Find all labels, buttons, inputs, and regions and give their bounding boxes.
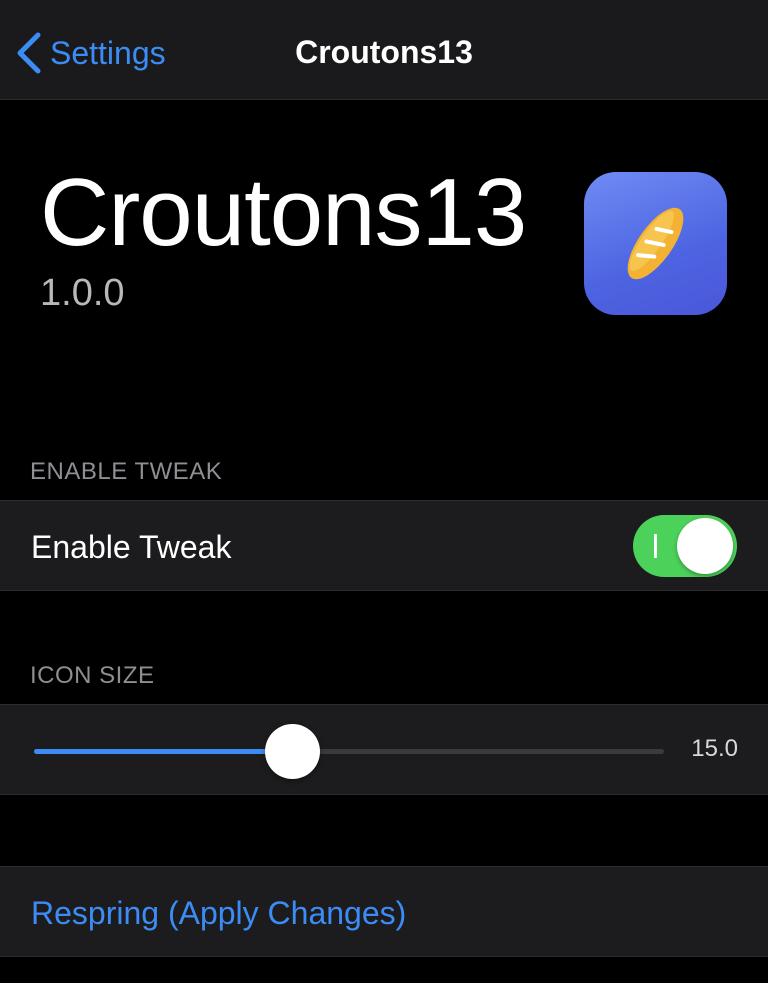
respring-cell[interactable]: Respring (Apply Changes) — [0, 866, 768, 957]
nav-title: Croutons13 — [295, 34, 473, 70]
respring-button[interactable]: Respring (Apply Changes) — [31, 895, 406, 932]
app-icon — [584, 172, 727, 315]
icon-size-slider[interactable] — [34, 724, 664, 779]
toggle-on-indicator — [654, 534, 657, 558]
bread-icon — [627, 207, 684, 280]
section-header-enable-tweak: ENABLE TWEAK — [30, 458, 223, 485]
slider-thumb[interactable] — [265, 724, 321, 779]
slider-fill — [34, 749, 293, 754]
tweak-version: 1.0.0 — [40, 272, 125, 314]
toggle-knob — [677, 518, 733, 574]
icon-size-value: 15.0 — [691, 735, 738, 762]
enable-tweak-label: Enable Tweak — [31, 529, 232, 565]
enable-tweak-toggle[interactable] — [633, 515, 737, 577]
section-header-icon-size: ICON SIZE — [30, 662, 155, 689]
tweak-title: Croutons13 — [40, 159, 527, 266]
navigation-bar: Settings Croutons13 — [0, 0, 768, 100]
enable-tweak-cell: Enable Tweak — [0, 500, 768, 591]
icon-size-cell: 15.0 — [0, 704, 768, 795]
